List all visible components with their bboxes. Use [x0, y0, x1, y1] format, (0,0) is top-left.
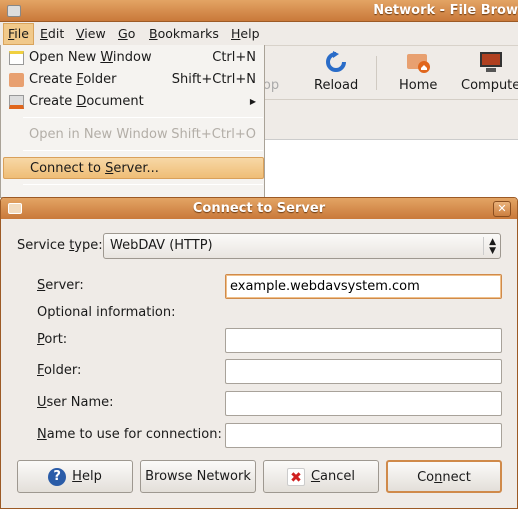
close-button[interactable]: ✕ [493, 201, 511, 217]
menu-separator [23, 184, 263, 185]
menu-item-label: Open New Window [29, 50, 152, 65]
connect-button[interactable]: Connect [386, 460, 502, 493]
cancel-label: Cancel [310, 469, 356, 484]
menu-item-create-document[interactable]: Create Document ▶ [3, 91, 264, 113]
help-icon: ? [48, 467, 67, 486]
cancel-icon: ✖ [286, 467, 305, 486]
port-label: Port: [37, 332, 68, 347]
menu-item-open-in-new-window: Open in New Window Shift+Ctrl+O [3, 124, 264, 146]
service-type-select[interactable]: WebDAV (HTTP) ▲ ▼ [103, 233, 501, 259]
connect-to-server-dialog: Connect to Server ✕ Service type: WebDAV… [0, 197, 518, 509]
browse-network-label: Browse Network [145, 469, 251, 484]
folder-input[interactable] [225, 359, 502, 384]
menu-go[interactable]: Go [118, 26, 135, 41]
browse-network-button[interactable]: Browse Network [140, 460, 256, 493]
menu-separator [23, 150, 263, 151]
shortcut-label: Shift+Ctrl+N [171, 72, 256, 87]
menu-edit[interactable]: Edit [40, 26, 64, 41]
username-input[interactable] [225, 391, 502, 416]
home-button[interactable]: Home [399, 50, 437, 93]
help-label: Help [72, 469, 102, 484]
document-icon [9, 95, 24, 109]
home-folder-icon [405, 50, 431, 74]
menu-view[interactable]: View [76, 26, 106, 41]
menu-help[interactable]: Help [231, 26, 260, 41]
menu-bookmarks[interactable]: Bookmarks [149, 26, 219, 41]
folder-label: Folder: [37, 363, 82, 378]
folder-icon [9, 73, 24, 87]
window-icon [7, 5, 21, 17]
connect-label: Connect [417, 470, 471, 485]
server-input[interactable] [225, 274, 502, 299]
toolbar-separator [376, 56, 377, 90]
server-label: Server: [37, 278, 84, 293]
menu-separator [23, 117, 263, 118]
computer-button[interactable]: Compute [461, 50, 518, 93]
menu-item-create-folder[interactable]: Create Folder Shift+Ctrl+N [3, 69, 264, 91]
port-input[interactable] [225, 328, 502, 353]
reload-button[interactable]: Reload [314, 50, 358, 93]
menu-item-open-new-window[interactable]: Open New Window Ctrl+N [3, 47, 264, 69]
updown-arrows-icon: ▲ ▼ [483, 237, 496, 256]
shortcut-label: Ctrl+N [212, 50, 256, 65]
window-titlebar: Network - File Brow [0, 0, 518, 22]
menu-item-connect-to-server[interactable]: Connect to Server... [3, 157, 264, 179]
window-icon [9, 51, 24, 65]
service-type-label: Service type: [17, 238, 103, 253]
connection-name-label: Name to use for connection: [37, 427, 222, 442]
menubar: File Edit View Go Bookmarks Help [0, 22, 518, 46]
reload-icon [323, 50, 349, 74]
stop-label: op [262, 78, 280, 93]
computer-label: Compute [461, 78, 518, 93]
submenu-arrow-icon: ▶ [249, 97, 256, 106]
reload-label: Reload [314, 78, 359, 93]
menu-item-label: Connect to Server... [30, 161, 159, 176]
menu-item-label: Create Document [29, 94, 144, 109]
cancel-button[interactable]: ✖ Cancel [263, 460, 379, 493]
optional-info-label: Optional information: [37, 305, 176, 320]
service-type-value: WebDAV (HTTP) [110, 238, 213, 253]
home-label: Home [399, 78, 438, 93]
help-button[interactable]: ? Help [17, 460, 133, 493]
connection-name-input[interactable] [225, 423, 502, 448]
menu-file[interactable]: File [3, 23, 34, 45]
dialog-titlebar: Connect to Server ✕ [1, 198, 517, 219]
computer-icon [478, 50, 504, 74]
window-title: Network - File Brow [373, 3, 518, 18]
file-menu: Open New Window Ctrl+N Create Folder Shi… [0, 45, 265, 198]
username-label: User Name: [37, 395, 114, 410]
shortcut-label: Shift+Ctrl+O [171, 127, 256, 142]
dialog-title: Connect to Server [192, 201, 326, 216]
menu-item-label: Open in New Window [29, 127, 168, 142]
menu-item-label: Create Folder [29, 72, 117, 87]
